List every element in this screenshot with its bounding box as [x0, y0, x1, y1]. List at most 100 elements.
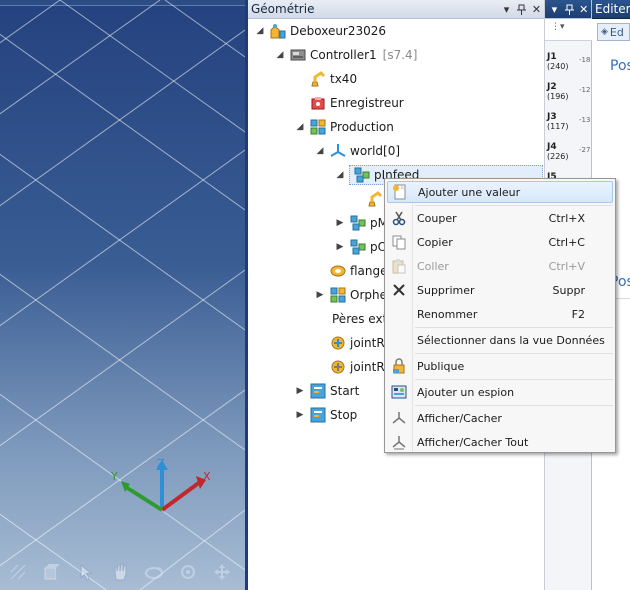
close-icon[interactable]: ✕: [576, 2, 591, 17]
tree-node-controller[interactable]: ◢ Controller1 [s7.4]: [274, 44, 418, 66]
tree-node-joint-rx[interactable]: jointRx: [314, 332, 392, 354]
cube-view-icon[interactable]: [38, 558, 66, 586]
robot-arm-icon: [366, 190, 384, 208]
joint-row: J1 (240): [547, 52, 569, 72]
joint-icon: [329, 334, 347, 352]
expanded-arrow-icon[interactable]: ◢: [254, 25, 266, 37]
move-arrows-icon[interactable]: [208, 558, 236, 586]
orbit-view-icon[interactable]: [174, 558, 202, 586]
expanded-arrow-icon[interactable]: ◢: [274, 49, 286, 61]
3d-viewport[interactable]: Z X Y: [0, 0, 245, 590]
tree-node-joint-rs[interactable]: jointRs: [314, 356, 391, 378]
menu-item-select-in-data-view[interactable]: Sélectionner dans la vue Données: [387, 329, 613, 351]
robot-arm-icon: [309, 70, 327, 88]
app-window: Z X Y Géométrie ▾ ✕ ◢ Deboxeur23026 ◢ Co…: [0, 0, 630, 590]
tree-node-label: Controller1: [310, 48, 377, 62]
menu-separator: [415, 405, 613, 406]
arrow-icon: ◈: [601, 27, 608, 37]
joints-panel-header: ▾ ✕: [545, 0, 591, 19]
menu-item-add-spy[interactable]: Ajouter un espion: [387, 381, 613, 403]
close-icon[interactable]: ✕: [529, 2, 544, 17]
public-lock-icon: [387, 355, 411, 377]
tree-node-recorder[interactable]: Enregistreur: [294, 92, 404, 114]
collapsed-arrow-icon[interactable]: ▶: [314, 289, 326, 301]
context-menu: Ajouter une valeur Couper Ctrl+X Copier …: [384, 178, 616, 453]
joint-value: -13: [579, 116, 591, 124]
rotate-view-icon[interactable]: [140, 558, 168, 586]
viewport-toolbar: [0, 554, 245, 590]
tree-node-pm[interactable]: ▶ pM: [334, 212, 388, 234]
tree-node-start[interactable]: ▶ Start: [294, 380, 359, 402]
joints-toolbar: ⋮▾: [545, 19, 592, 41]
controller-icon: [289, 46, 307, 64]
tree-node-label: Start: [330, 384, 360, 398]
dropdown-arrow-icon[interactable]: ▾: [547, 2, 562, 17]
tree-node-label: Enregistreur: [330, 96, 404, 110]
expanded-arrow-icon[interactable]: ◢: [294, 121, 306, 133]
pin-icon[interactable]: [514, 2, 529, 17]
frame-group-icon: [309, 118, 327, 136]
tree-node-label: Stop: [330, 408, 358, 422]
collapsed-arrow-icon[interactable]: ▶: [334, 217, 346, 229]
menu-item-add-value[interactable]: Ajouter une valeur: [387, 181, 613, 203]
joint-row: J4 (226): [547, 142, 569, 162]
menu-item-show-hide[interactable]: Afficher/Cacher: [387, 407, 613, 429]
recorder-icon: [309, 94, 327, 112]
menu-item-copy[interactable]: Copier Ctrl+C: [387, 231, 613, 253]
menu-item-rename[interactable]: Renommer F2: [387, 303, 613, 325]
grid-tool-icon[interactable]: [4, 558, 32, 586]
frame-group-icon: [329, 286, 347, 304]
controller-version-tag: [s7.4]: [382, 48, 418, 62]
expanded-arrow-icon[interactable]: ◢: [334, 169, 346, 181]
editor-panel-header: Editer: [592, 0, 630, 19]
pan-hand-icon[interactable]: [106, 558, 134, 586]
point-group-icon: [349, 214, 367, 232]
select-pointer-icon[interactable]: [72, 558, 100, 586]
joint-value: -18: [579, 56, 591, 64]
paste-icon: [387, 255, 411, 277]
menu-item-public[interactable]: Publique: [387, 355, 613, 377]
joint-value: -12: [579, 86, 591, 94]
scissors-icon: [387, 207, 411, 229]
joint-value: -27: [579, 146, 591, 154]
geometry-panel-header: Géométrie ▾ ✕: [248, 0, 544, 19]
expanded-arrow-icon[interactable]: ◢: [314, 145, 326, 157]
joint-row: J3 (117): [547, 112, 569, 132]
edit-button-label: Ed: [609, 25, 624, 39]
menu-item-delete[interactable]: Supprimer Suppr: [387, 279, 613, 301]
tree-node-world[interactable]: ◢ world[0]: [314, 140, 400, 162]
position-section-label: Pos: [610, 58, 630, 74]
pin-icon[interactable]: [562, 2, 577, 17]
tree-node-label: Deboxeur23026: [290, 24, 387, 38]
menu-item-paste[interactable]: Coller Ctrl+V: [387, 255, 613, 277]
delete-x-icon: [387, 279, 411, 301]
tree-node-label: tx40: [330, 72, 358, 86]
axis-y-label: Y: [110, 470, 118, 483]
menu-separator: [415, 205, 613, 206]
tree-node-flange[interactable]: flange[: [314, 260, 392, 282]
toolbar-dropdown-icon[interactable]: ⋮▾: [551, 22, 565, 32]
show-hide-all-icon: [387, 431, 411, 453]
menu-item-cut[interactable]: Couper Ctrl+X: [387, 207, 613, 229]
tree-node-robot[interactable]: tx40: [294, 68, 357, 90]
dropdown-arrow-icon[interactable]: ▾: [499, 2, 514, 17]
tree-node-production[interactable]: ◢ Production: [294, 116, 394, 138]
collapsed-arrow-icon[interactable]: ▶: [294, 409, 306, 421]
tree-node-label: Production: [330, 120, 394, 134]
edit-button[interactable]: ◈ Ed: [597, 23, 630, 41]
world-frame-icon: [329, 142, 347, 160]
tree-node-orphans[interactable]: ▶ Orphel: [314, 284, 390, 306]
axis-x-label: X: [203, 470, 211, 483]
joint-row: J2 (196): [547, 82, 569, 102]
menu-separator: [415, 379, 613, 380]
point-group-icon: [349, 238, 367, 256]
tree-node-cell[interactable]: ◢ Deboxeur23026: [254, 20, 386, 42]
collapsed-arrow-icon[interactable]: ▶: [334, 241, 346, 253]
menu-item-show-hide-all[interactable]: Afficher/Cacher Tout: [387, 431, 613, 453]
tree-node-label: world[0]: [350, 144, 401, 158]
tree-node-po[interactable]: ▶ pO: [334, 236, 387, 258]
tree-node-stop[interactable]: ▶ Stop: [294, 404, 357, 426]
collapsed-arrow-icon[interactable]: ▶: [294, 385, 306, 397]
show-hide-icon: [387, 407, 411, 429]
robot-cell-icon: [269, 22, 287, 40]
